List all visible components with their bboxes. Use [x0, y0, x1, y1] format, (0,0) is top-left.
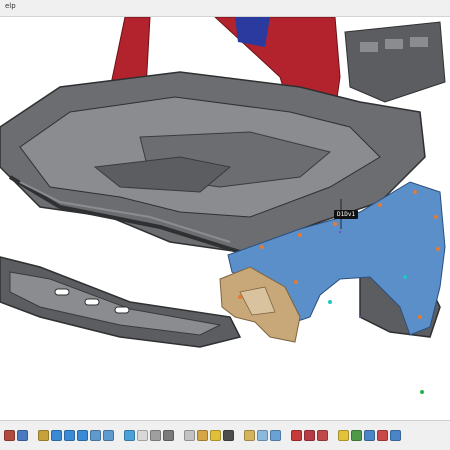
shading-icon[interactable]	[137, 430, 148, 441]
rear-panel	[344, 21, 446, 103]
clip-icon[interactable]	[270, 430, 281, 441]
pointer-icon[interactable]	[4, 430, 15, 441]
view-multi-icon[interactable]	[124, 430, 135, 441]
car-body-model	[0, 17, 446, 394]
menu-help[interactable]: elp	[5, 2, 16, 10]
annotation-icon[interactable]	[210, 430, 221, 441]
3d-viewport[interactable]: D1Dv1	[0, 17, 450, 417]
zoom-out-icon[interactable]	[77, 430, 88, 441]
help-icon[interactable]	[390, 430, 401, 441]
hide-show-icon[interactable]	[150, 430, 161, 441]
measure-icon[interactable]	[197, 430, 208, 441]
rotate-icon[interactable]	[51, 430, 62, 441]
texture-icon[interactable]	[244, 430, 255, 441]
fit-all-icon[interactable]	[90, 430, 101, 441]
bottom-toolbar	[0, 420, 450, 450]
snapshot-icon[interactable]	[223, 430, 234, 441]
settings-icon[interactable]	[364, 430, 375, 441]
annotation-tag[interactable]: D1Dv1	[334, 210, 359, 219]
lock-icon[interactable]	[291, 430, 302, 441]
color-icon[interactable]	[351, 430, 362, 441]
swap-icon[interactable]	[163, 430, 174, 441]
tools-icon[interactable]	[317, 430, 328, 441]
zoom-icon[interactable]	[17, 430, 28, 441]
normal-view-icon[interactable]	[103, 430, 114, 441]
analysis-icon[interactable]	[304, 430, 315, 441]
flag-icon[interactable]	[338, 430, 349, 441]
wireframe-icon[interactable]	[257, 430, 268, 441]
grid-icon[interactable]	[377, 430, 388, 441]
zoom-in-icon[interactable]	[64, 430, 75, 441]
pan-icon[interactable]	[38, 430, 49, 441]
menu-bar: elp	[0, 0, 450, 17]
section-icon[interactable]	[184, 430, 195, 441]
